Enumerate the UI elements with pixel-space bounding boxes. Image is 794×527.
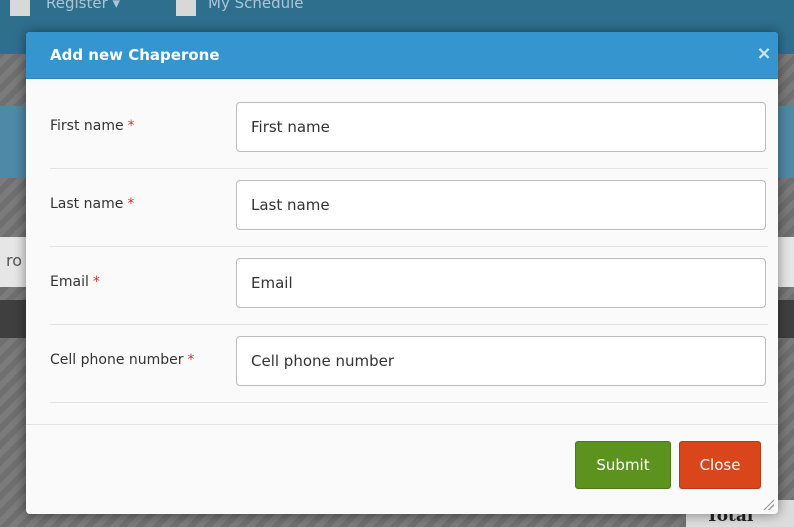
resize-grip-icon[interactable] [762, 498, 774, 510]
first-name-input[interactable] [236, 102, 766, 152]
last-name-row: Last name * [50, 168, 768, 247]
required-marker: * [187, 352, 195, 368]
required-marker: * [92, 274, 100, 290]
dialog-header: Add new Chaperone × [26, 32, 778, 79]
first-name-label: First name * [50, 118, 135, 134]
nav-register: Register ▾ [46, 0, 121, 12]
nav-my-schedule: My Schedule [208, 0, 304, 12]
submit-button[interactable]: Submit [575, 441, 671, 489]
last-name-input[interactable] [236, 180, 766, 230]
first-name-row: First name * [50, 90, 768, 169]
email-row: Email * [50, 246, 768, 325]
close-button[interactable]: Close [679, 441, 761, 489]
schedule-nav-icon [176, 0, 196, 16]
dialog-title: Add new Chaperone [50, 46, 220, 64]
cell-phone-input[interactable] [236, 336, 766, 386]
add-chaperone-dialog: Add new Chaperone × First name* Last nam… [26, 32, 778, 514]
close-icon[interactable]: × [756, 44, 772, 64]
required-marker: * [127, 118, 135, 134]
email-input[interactable] [236, 258, 766, 308]
last-name-label: Last name * [50, 196, 135, 212]
background-partial-text: ro [6, 251, 23, 270]
required-marker: * [127, 196, 135, 212]
register-nav-icon [10, 0, 30, 16]
cell-phone-row: Cell phone number * [50, 324, 768, 403]
footer-divider [26, 424, 778, 425]
email-label: Email * [50, 274, 100, 290]
cell-phone-label: Cell phone number * [50, 352, 195, 368]
